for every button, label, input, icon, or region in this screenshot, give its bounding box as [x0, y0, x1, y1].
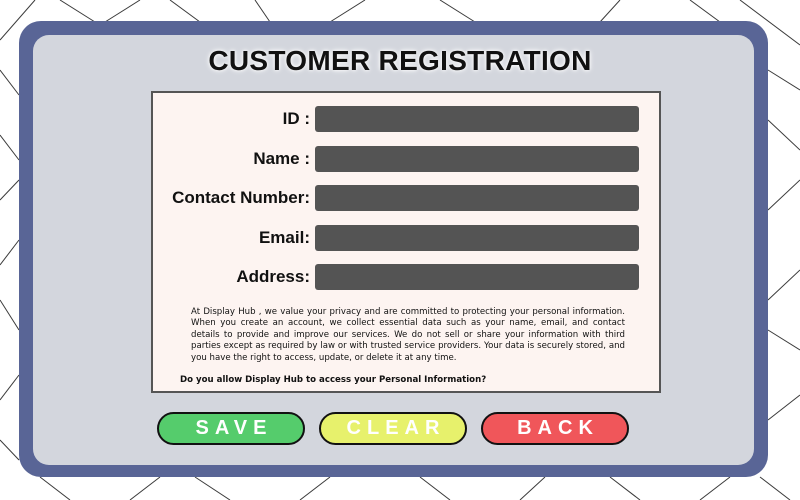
registration-form: ID : Name : Contact Number: Email: Addre…	[151, 91, 661, 393]
name-input[interactable]	[315, 146, 639, 172]
address-label: Address:	[236, 267, 310, 286]
contact-number-row: Contact Number:	[153, 185, 663, 211]
id-input[interactable]	[315, 106, 639, 132]
address-row: Address:	[153, 264, 663, 290]
clear-button[interactable]: CLEAR	[319, 412, 467, 445]
privacy-notice: At Display Hub , we value your privacy a…	[191, 307, 625, 363]
name-label: Name :	[253, 149, 310, 168]
address-input[interactable]	[315, 264, 639, 290]
contact-number-input[interactable]	[315, 185, 639, 211]
save-button[interactable]: SAVE	[157, 412, 305, 445]
email-input[interactable]	[315, 225, 639, 251]
email-row: Email:	[153, 225, 663, 251]
name-row: Name :	[153, 146, 663, 172]
contact-number-label: Contact Number:	[172, 188, 310, 207]
consent-question: Do you allow Display Hub to access your …	[180, 375, 487, 385]
email-label: Email:	[258, 228, 310, 247]
id-row: ID :	[153, 106, 663, 132]
page-title: CUSTOMER REGISTRATION	[208, 45, 592, 76]
back-button[interactable]: BACK	[481, 412, 629, 445]
id-label: ID :	[282, 109, 310, 128]
